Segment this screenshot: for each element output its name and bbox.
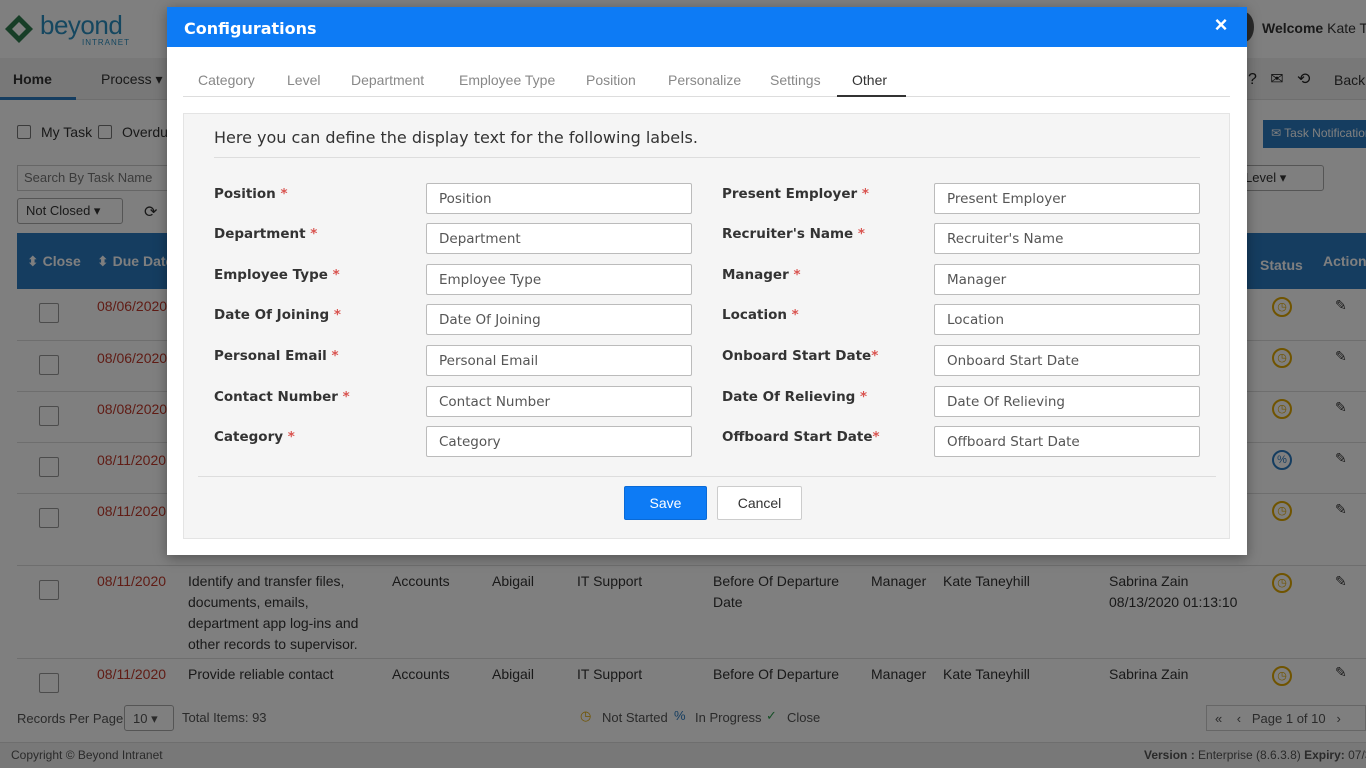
configurations-modal: Configurations × Category Level Departme… (167, 7, 1247, 555)
onboard-start-date-field[interactable] (934, 345, 1200, 376)
required-mark: * (857, 226, 865, 242)
label-contact-number: Contact Number * (214, 389, 350, 405)
required-mark: * (333, 307, 341, 323)
required-mark: * (793, 267, 801, 283)
label-department-text: Department (214, 226, 306, 242)
label-manager-text: Manager (722, 267, 789, 283)
label-recruiters-name: Recruiter's Name * (722, 226, 865, 242)
tab-category[interactable]: Category (183, 47, 270, 97)
required-mark: * (332, 267, 340, 283)
modal-header: Configurations × (167, 7, 1247, 47)
employee-type-field[interactable] (426, 264, 692, 295)
label-contact-number-text: Contact Number (214, 389, 338, 405)
tab-department[interactable]: Department (336, 47, 439, 97)
label-position-text: Position (214, 186, 276, 202)
tab-position[interactable]: Position (571, 47, 651, 97)
label-present-employer-text: Present Employer (722, 186, 858, 202)
contact-number-field[interactable] (426, 386, 692, 417)
category-field[interactable] (426, 426, 692, 457)
position-field[interactable] (426, 183, 692, 214)
personal-email-field[interactable] (426, 345, 692, 376)
date-of-relieving-field[interactable] (934, 386, 1200, 417)
required-mark: * (860, 389, 868, 405)
offboard-start-date-field[interactable] (934, 426, 1200, 457)
label-date-of-relieving: Date Of Relieving * (722, 389, 867, 405)
required-mark: * (791, 307, 799, 323)
panel-heading: Here you can define the display text for… (214, 128, 1200, 158)
label-onboard-start-date: Onboard Start Date* (722, 348, 878, 364)
tab-level[interactable]: Level (272, 47, 335, 97)
label-employee-type-text: Employee Type (214, 267, 328, 283)
tab-other[interactable]: Other (837, 47, 906, 97)
label-location: Location * (722, 307, 799, 323)
date-of-joining-field[interactable] (426, 304, 692, 335)
label-offboard-start-date-text: Offboard Start Date (722, 429, 873, 445)
config-tabs: Category Level Department Employee Type … (183, 47, 1230, 97)
label-manager: Manager * (722, 267, 801, 283)
divider (198, 476, 1216, 477)
label-employee-type: Employee Type * (214, 267, 340, 283)
label-category-text: Category (214, 429, 284, 445)
required-mark: * (310, 226, 318, 242)
label-personal-email-text: Personal Email (214, 348, 327, 364)
save-button[interactable]: Save (624, 486, 707, 520)
required-mark: * (280, 186, 288, 202)
required-mark: * (861, 186, 869, 202)
label-present-employer: Present Employer * (722, 186, 869, 202)
required-mark: * (871, 348, 879, 364)
label-category: Category * (214, 429, 295, 445)
manager-field[interactable] (934, 264, 1200, 295)
label-department: Department * (214, 226, 317, 242)
tab-personalize[interactable]: Personalize (653, 47, 756, 97)
required-mark: * (287, 429, 295, 445)
present-employer-field[interactable] (934, 183, 1200, 214)
required-mark: * (342, 389, 350, 405)
labels-panel: Here you can define the display text for… (183, 113, 1230, 539)
required-mark: * (331, 348, 339, 364)
required-mark: * (872, 429, 880, 445)
label-personal-email: Personal Email * (214, 348, 339, 364)
tab-settings[interactable]: Settings (755, 47, 836, 97)
modal-title: Configurations (184, 19, 317, 38)
tab-employee-type[interactable]: Employee Type (444, 47, 570, 97)
label-date-of-joining: Date Of Joining * (214, 307, 341, 323)
label-position: Position * (214, 186, 288, 202)
label-recruiters-name-text: Recruiter's Name (722, 226, 854, 242)
label-onboard-start-date-text: Onboard Start Date (722, 348, 872, 364)
recruiters-name-field[interactable] (934, 223, 1200, 254)
label-location-text: Location (722, 307, 787, 323)
cancel-button[interactable]: Cancel (717, 486, 802, 520)
label-offboard-start-date: Offboard Start Date* (722, 429, 880, 445)
location-field[interactable] (934, 304, 1200, 335)
close-icon[interactable]: × (1211, 13, 1231, 37)
label-date-of-joining-text: Date Of Joining (214, 307, 330, 323)
label-date-of-relieving-text: Date Of Relieving (722, 389, 856, 405)
department-field[interactable] (426, 223, 692, 254)
